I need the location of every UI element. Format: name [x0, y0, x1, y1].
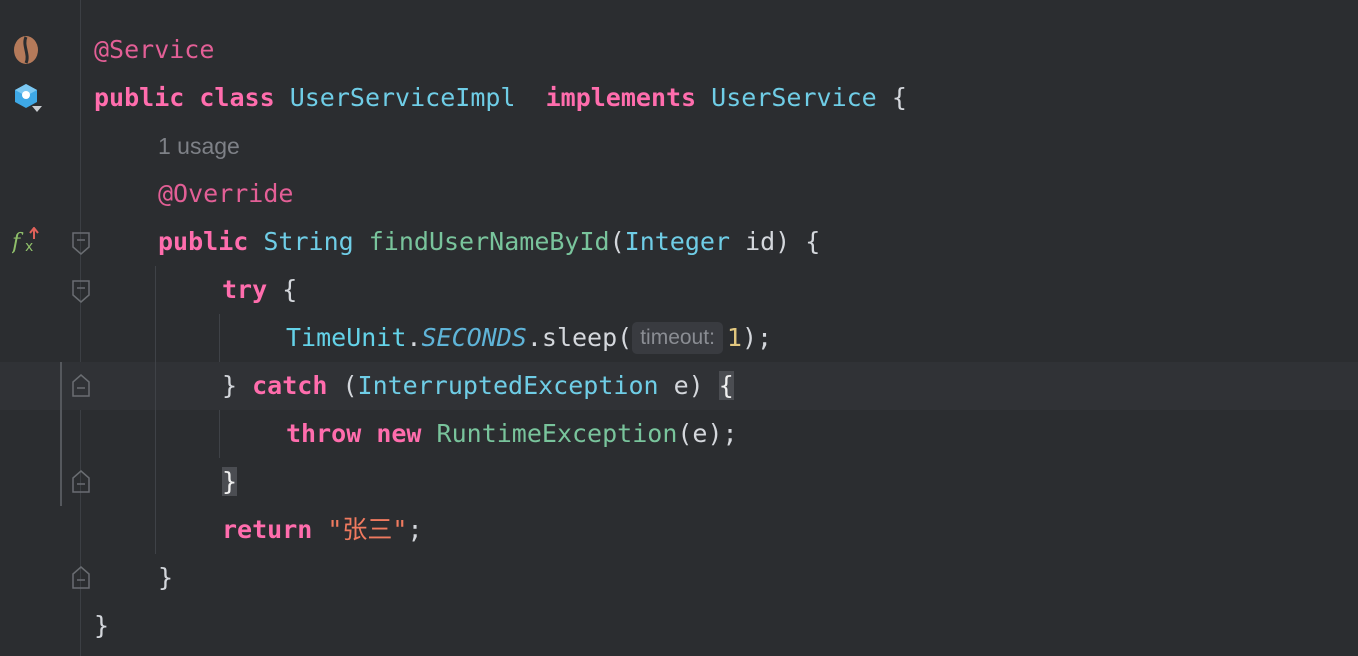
- keyword-new: new: [376, 419, 422, 448]
- close-brace: }: [158, 563, 174, 592]
- paren-open: (: [342, 371, 358, 400]
- keyword-public: public: [94, 83, 185, 112]
- matched-close-brace: }: [222, 467, 238, 496]
- dot: .: [406, 323, 422, 352]
- code-line-2[interactable]: public class UserServiceImpl implements …: [0, 74, 1358, 122]
- code-line-7[interactable]: TimeUnit.SECONDS.sleep(timeout: 1);: [0, 314, 1358, 362]
- keyword-public: public: [158, 227, 249, 256]
- param-type: Integer: [624, 227, 730, 256]
- code-line-1[interactable]: @Service: [0, 26, 1358, 74]
- code-line-5[interactable]: public String findUserNameById(Integer i…: [0, 218, 1358, 266]
- open-brace: {: [282, 275, 298, 304]
- close-brace: }: [222, 371, 238, 400]
- exception-type: InterruptedException: [357, 371, 659, 400]
- close-brace: }: [94, 611, 110, 640]
- matched-open-brace: {: [718, 371, 734, 400]
- code-line-11[interactable]: return "张三";: [0, 506, 1358, 554]
- keyword-class: class: [199, 83, 275, 112]
- code-line-8[interactable]: } catch (InterruptedException e) {: [0, 362, 1358, 410]
- runtime-exception-type: RuntimeException: [436, 419, 678, 448]
- keyword-catch: catch: [252, 371, 328, 400]
- open-brace: {: [891, 83, 907, 112]
- method-name: findUserNameById: [368, 227, 610, 256]
- seconds-field: SECONDS: [421, 323, 527, 352]
- code-line-10[interactable]: }: [0, 458, 1358, 506]
- semicolon: ;: [407, 515, 423, 544]
- exception-param: e): [673, 371, 704, 400]
- sleep-call: .sleep(: [526, 323, 633, 352]
- code-editor[interactable]: f x @Service public class UserServiceImp…: [0, 0, 1358, 656]
- number-literal: 1: [726, 323, 742, 352]
- statement-end: );: [741, 323, 773, 352]
- return-type: String: [263, 227, 354, 256]
- class-name: UserServiceImpl: [289, 83, 516, 112]
- code-line-13[interactable]: }: [0, 602, 1358, 650]
- parameter-name-hint[interactable]: timeout:: [632, 322, 723, 354]
- timeunit-class: TimeUnit: [286, 323, 407, 352]
- code-line-4[interactable]: @Override: [0, 170, 1358, 218]
- code-line-9[interactable]: throw new RuntimeException(e);: [0, 410, 1358, 458]
- keyword-implements: implements: [545, 83, 697, 112]
- override-annotation: @Override: [158, 179, 294, 208]
- paren-open: (: [609, 227, 625, 256]
- usage-count-hint[interactable]: 1 usage: [158, 133, 240, 159]
- keyword-return: return: [222, 515, 313, 544]
- param-name: id: [745, 227, 776, 256]
- keyword-throw: throw: [286, 419, 362, 448]
- service-annotation: @Service: [94, 35, 215, 64]
- string-literal: "张三": [327, 515, 408, 544]
- code-line-12[interactable]: }: [0, 554, 1358, 602]
- interface-name: UserService: [711, 83, 877, 112]
- usage-hint-line[interactable]: 1 usage: [0, 122, 1358, 170]
- signature-close: ) {: [775, 227, 821, 256]
- keyword-try: try: [222, 275, 268, 304]
- code-line-6[interactable]: try {: [0, 266, 1358, 314]
- statement-end: (e);: [677, 419, 738, 448]
